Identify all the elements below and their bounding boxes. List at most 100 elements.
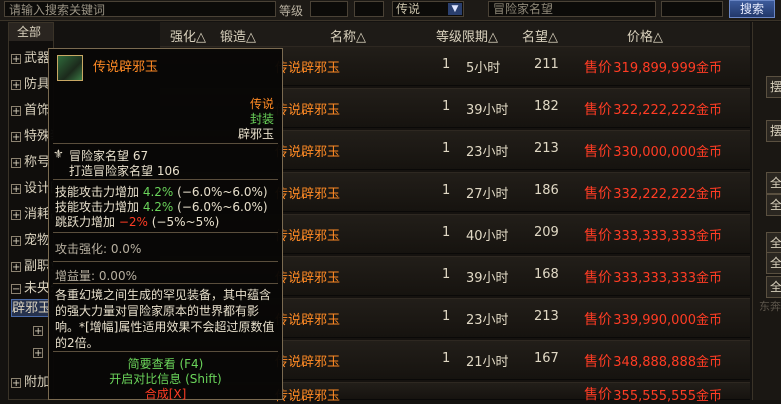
item-price: 348,888,888金币 [613,355,722,370]
tree-item-subjob[interactable]: +副职业 [11,257,53,277]
column-price[interactable]: 价格△ [627,26,663,45]
expand-icon[interactable]: + [11,235,21,246]
item-fame: 182 [534,99,559,114]
level-filter-label: 等级 [279,4,304,18]
item-fame: 209 [534,225,559,240]
item-time: 5小时 [466,61,501,76]
expand-icon[interactable]: + [11,157,21,168]
item-level: 1 [442,57,451,72]
sale-label: 售价 [584,186,612,202]
tree-item-weiyang[interactable]: −未央幻境 [11,279,53,299]
item-tooltip: 传说辟邪玉 传说 封装 辟邪玉 ⚜ 冒险家名望 67 打造冒险家名望 106 技… [48,48,283,402]
all-button[interactable]: 全 [766,172,781,194]
fame-icon: ⚜ [53,147,64,161]
item-fame: 186 [534,183,559,198]
item-name: 传说辟邪玉 [275,271,341,286]
tree-item-all[interactable]: 全部 [9,23,53,41]
tooltip-gain: 增益量: 0.00% [55,269,137,283]
collapse-icon[interactable]: − [11,283,21,294]
all-button[interactable]: 全 [766,276,781,298]
search-button[interactable]: 搜索 [729,0,775,18]
expand-icon[interactable]: + [33,347,43,358]
expand-icon[interactable]: + [11,377,21,388]
column-name[interactable]: 名称△ [330,26,366,45]
item-level: 1 [442,225,451,240]
tooltip-type: 辟邪玉 [237,127,274,141]
chevron-down-icon[interactable]: ▼ [448,3,462,15]
tree-item-consumable[interactable]: +消耗品 [11,205,53,225]
tooltip-stat: 跳跃力增加 −2% (−5%~5%) [55,215,220,229]
item-time: 23小时 [466,145,509,160]
stall-button[interactable]: 摆 [766,120,781,142]
expand-icon[interactable]: + [11,79,21,90]
sale-label: 售价 [584,312,612,328]
sale-label: 售价 [584,60,612,76]
tree-item-label: 宠物 [24,233,51,248]
expand-icon[interactable]: + [11,183,21,194]
item-fame: 211 [534,57,559,72]
expand-icon[interactable]: + [11,209,21,220]
tree-item-extra[interactable]: + 附加 [11,373,53,393]
sale-label: 售价 [584,102,612,118]
filter-toolbar: 请输入搜索关键词 等级 传说 ▼ 冒险家名望 搜索 [0,0,781,21]
tooltip-divider [53,232,278,233]
table-header: 强化△ 锻造△ 名称△ 等级限期△ 名望△ 价格△ [160,22,750,47]
item-name: 传说辟邪玉 [275,103,341,118]
item-level: 1 [442,99,451,114]
item-name: 传说辟邪玉 [275,229,341,244]
tree-item-title[interactable]: + 称号 [11,153,53,173]
tree-item-pet[interactable]: + 宠物 [11,231,53,251]
all-button[interactable]: 全 [766,232,781,254]
column-enhance[interactable]: 强化△ [170,26,206,45]
item-price: 333,333,333金币 [613,271,722,286]
all-button[interactable]: 全 [766,252,781,274]
tree-item-weapon[interactable]: + 武器 [11,49,53,69]
expand-icon[interactable]: + [11,261,21,272]
expand-icon[interactable]: + [11,105,21,116]
column-fame[interactable]: 名望△ [522,26,558,45]
item-level: 1 [442,309,451,324]
level-max-input[interactable] [354,1,384,17]
item-fame: 213 [534,309,559,324]
item-name: 传说辟邪玉 [275,355,341,370]
expand-icon[interactable]: + [11,53,21,64]
item-name: 传说辟邪玉 [275,313,341,328]
item-name: 传说辟邪玉 [275,61,341,76]
tooltip-attack-enhance: 攻击强化: 0.0% [55,242,142,256]
sale-label: 售价 [584,228,612,244]
item-time: 39小时 [466,271,509,286]
rarity-select-value: 传说 [396,2,421,16]
compose-link[interactable]: 合成[X] [49,385,282,402]
item-price: 339,990,000金币 [613,313,722,328]
fame-value-input[interactable] [661,1,723,17]
expand-icon[interactable]: + [11,131,21,142]
column-forge[interactable]: 锻造△ [220,26,256,45]
rarity-select[interactable]: 传说 ▼ [392,1,464,17]
item-price: 322,222,222金币 [613,103,722,118]
sale-label: 售价 [584,354,612,370]
expand-icon[interactable]: + [33,325,43,336]
all-button[interactable]: 全 [766,194,781,216]
tree-item-bixieyu[interactable]: 辟邪玉 [11,299,53,317]
tree-item-special[interactable]: +特殊装备 [11,127,53,147]
tree-item-label: 武器 [24,51,51,66]
adventurer-fame-input[interactable]: 冒险家名望 [488,1,656,17]
stall-button[interactable]: 摆 [766,76,781,98]
tree-item-accessory[interactable]: + 首饰 [11,101,53,121]
search-input[interactable]: 请输入搜索关键词 [4,1,276,17]
level-min-input[interactable] [310,1,348,17]
item-price: 355,555,555金币 [613,389,722,404]
tree-item-armor[interactable]: + 防具 [11,75,53,95]
item-name: 传说辟邪玉 [275,145,341,160]
column-level-limit[interactable]: 等级限期△ [436,26,498,45]
tree-item-blueprint[interactable]: +设计图 [11,179,53,199]
tree-item-label: 防具 [24,77,51,92]
sale-label: 售价 [584,387,612,403]
jade-item-icon [57,55,83,81]
tree-item-label: 首饰 [24,103,51,118]
item-fame: 167 [534,351,559,366]
item-fame: 168 [534,267,559,282]
item-name: 传说辟邪玉 [275,389,341,404]
item-time: 40小时 [466,229,509,244]
tooltip-divider [53,179,278,180]
